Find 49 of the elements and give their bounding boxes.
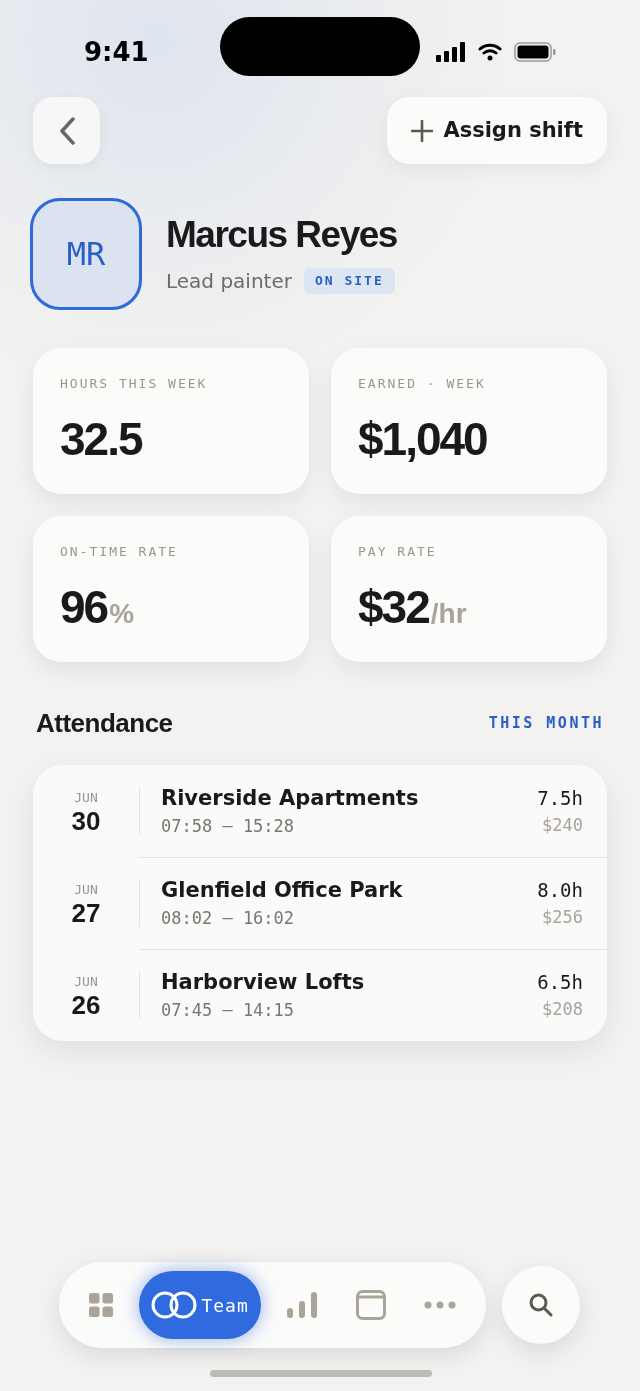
stat-value: $1,040 [358,415,487,462]
linked-rings-icon [151,1291,198,1319]
nav-tab[interactable]: Team [139,1271,261,1339]
shift-hours: 7.5h [537,786,583,811]
back-icon [58,116,75,145]
calendar-icon [355,1290,386,1320]
stat-label: PAY RATE [358,543,438,561]
bar-chart-icon [287,1292,318,1318]
date-day: 26 [71,991,101,1018]
battery-icon [514,42,556,62]
period-filter-link[interactable]: THIS MONTH [488,712,604,735]
search-icon [528,1292,554,1318]
stat-label: HOURS THIS WEEK [60,375,209,393]
shift-hours: 6.5h [537,970,583,995]
section-title: Attendance [36,707,173,740]
stat-label: ON-TIME RATE [60,543,179,561]
date-month: JUN [74,789,98,808]
site-name: Harborview Lofts [161,968,366,996]
date-day: 30 [71,807,101,834]
stat-value: 96 [60,583,108,630]
employee-role: Lead painter [166,268,292,296]
grid-icon [89,1293,113,1317]
shift-pay: $240 [542,813,583,837]
plus-icon [411,119,434,142]
back-button[interactable] [33,97,100,164]
shift-pay: $256 [542,905,583,929]
shift-pay: $208 [542,997,583,1021]
date-day: 27 [71,899,101,926]
stat-value: 32.5 [60,415,142,462]
date-month: JUN [74,973,98,992]
shift-hours: 8.0h [537,878,583,903]
shift-time: 07:58 – 15:28 [161,815,296,838]
assign-shift-button[interactable]: Assign shift [387,97,607,164]
stat-unit: /hr [430,599,467,628]
status-time: 9:41 [84,35,149,69]
signal-icon [436,42,466,62]
date-month: JUN [74,881,98,900]
site-name: Glenfield Office Park [161,876,404,904]
wifi-icon [478,43,502,61]
employee-name: Marcus Reyes [166,212,397,257]
status-badge: ON SITE [303,268,395,294]
stat-label: EARNED · WEEK [358,375,487,393]
shift-time: 08:02 – 16:02 [161,907,296,930]
stat-value: $32 [358,583,429,630]
site-name: Riverside Apartments [161,784,420,812]
stat-unit: % [109,599,135,628]
more-icon [424,1301,456,1309]
avatar: MR [30,198,142,310]
shift-time: 07:45 – 14:15 [161,999,296,1022]
